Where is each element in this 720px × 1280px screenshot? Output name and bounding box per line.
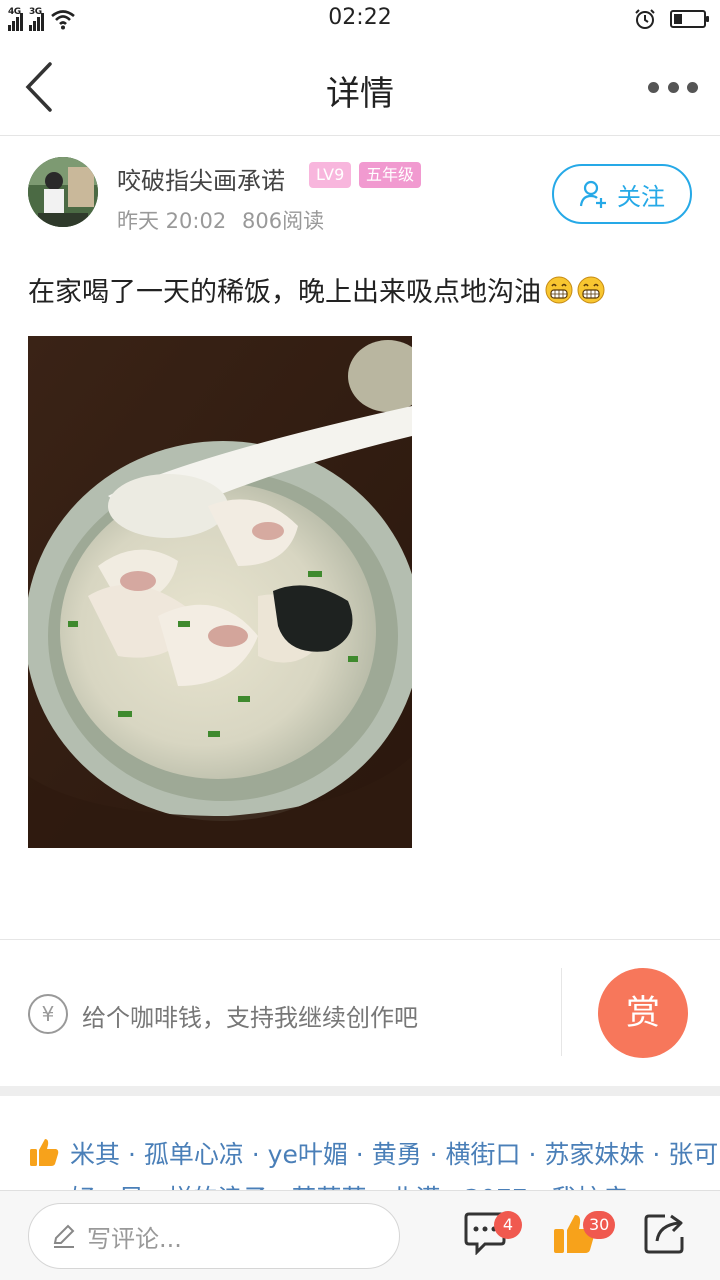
yuan-coin-icon: ¥	[28, 994, 68, 1034]
read-count: 806阅读	[242, 209, 325, 233]
level-badge: LV9	[309, 162, 352, 188]
likers-names[interactable]: 米其 · 孤单心凉 · ye叶媚 · 黄勇 · 横街口 · 苏家妹妹 · 张可好…	[70, 1133, 720, 1193]
comment-placeholder: 写评论...	[87, 1224, 182, 1253]
add-user-icon	[579, 180, 606, 208]
post-text: 在家喝了一天的稀饭，晚上出来吸点地沟油	[28, 270, 605, 309]
thumbs-up-icon	[30, 1139, 59, 1166]
status-time: 02:22	[328, 5, 392, 30]
grinning-emoji-icon	[545, 276, 573, 303]
post-image[interactable]	[28, 336, 412, 848]
page-title: 详情	[326, 74, 394, 114]
pencil-icon	[53, 1224, 75, 1248]
post-body: 在家喝了一天的稀饭，晚上出来吸点地沟油	[28, 277, 541, 308]
avatar[interactable]	[28, 157, 98, 227]
reward-button[interactable]: 赏	[598, 968, 688, 1058]
post-time: 昨天 20:02	[117, 209, 227, 233]
share-icon[interactable]	[643, 1211, 687, 1255]
grade-badge: 五年级	[359, 162, 422, 188]
divider	[0, 939, 720, 940]
bottom-bar: 写评论... 4 30	[0, 1190, 720, 1280]
more-button[interactable]	[648, 76, 698, 98]
author-name[interactable]: 咬破指尖画承诺	[117, 161, 285, 196]
likers-list: 米其 · 孤单心凉 · ye叶媚 · 黄勇 · 横街口 · 苏家妹妹 · 张可好…	[28, 1133, 720, 1193]
section-separator	[0, 1086, 720, 1096]
alarm-clock-icon	[635, 9, 655, 29]
battery-icon	[670, 10, 709, 28]
grinning-emoji-icon	[577, 276, 605, 303]
tip-text: 给个咖啡钱，支持我继续创作吧	[82, 1004, 418, 1032]
comment-count-badge: 4	[494, 1211, 522, 1239]
comment-input[interactable]: 写评论...	[28, 1203, 400, 1269]
status-bar: 4G 3G 02:22	[0, 0, 720, 38]
nav-bar: 详情	[0, 38, 720, 136]
divider	[561, 968, 562, 1056]
follow-button[interactable]: 关注	[552, 164, 692, 224]
more-dots-icon	[648, 81, 659, 93]
like-count-badge: 30	[583, 1211, 616, 1239]
follow-label: 关注	[617, 182, 665, 211]
